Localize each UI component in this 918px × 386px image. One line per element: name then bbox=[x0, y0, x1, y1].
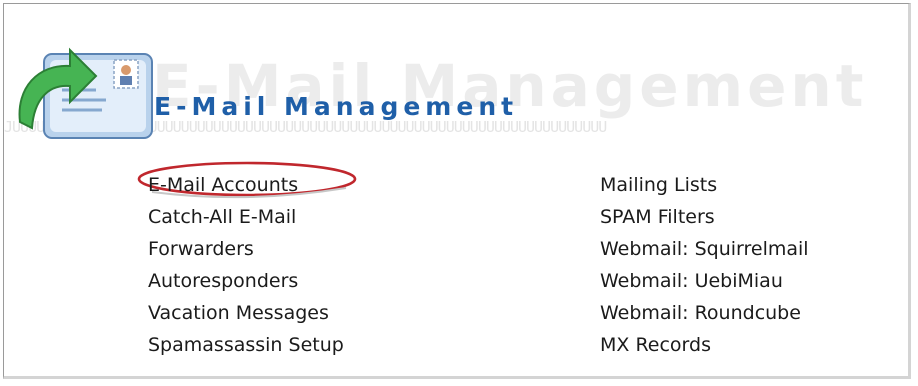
email-links-right: Mailing Lists SPAM Filters Webmail: Squi… bbox=[600, 169, 809, 361]
link-autoresponders[interactable]: Autoresponders bbox=[148, 265, 344, 297]
link-forwarders[interactable]: Forwarders bbox=[148, 233, 344, 265]
email-management-panel: E-Mail Management JUUUUUUUUUUUUUUUUUUUUU… bbox=[3, 3, 911, 379]
email-management-logo-icon bbox=[18, 47, 153, 139]
link-mx-records[interactable]: MX Records bbox=[600, 329, 809, 361]
link-vacation-messages[interactable]: Vacation Messages bbox=[148, 297, 344, 329]
email-links-left: E-Mail Accounts Catch-All E-Mail Forward… bbox=[148, 169, 344, 361]
link-webmail-squirrelmail[interactable]: Webmail: Squirrelmail bbox=[600, 233, 809, 265]
page-title: E-Mail Management bbox=[154, 92, 519, 121]
link-spam-filters[interactable]: SPAM Filters bbox=[600, 201, 809, 233]
link-mailing-lists[interactable]: Mailing Lists bbox=[600, 169, 809, 201]
stamp-icon bbox=[113, 59, 139, 89]
link-catch-all-email[interactable]: Catch-All E-Mail bbox=[148, 201, 344, 233]
link-email-accounts[interactable]: E-Mail Accounts bbox=[148, 169, 344, 201]
link-webmail-roundcube[interactable]: Webmail: Roundcube bbox=[600, 297, 809, 329]
link-webmail-uebimiau[interactable]: Webmail: UebiMiau bbox=[600, 265, 809, 297]
link-spamassassin-setup[interactable]: Spamassassin Setup bbox=[148, 329, 344, 361]
